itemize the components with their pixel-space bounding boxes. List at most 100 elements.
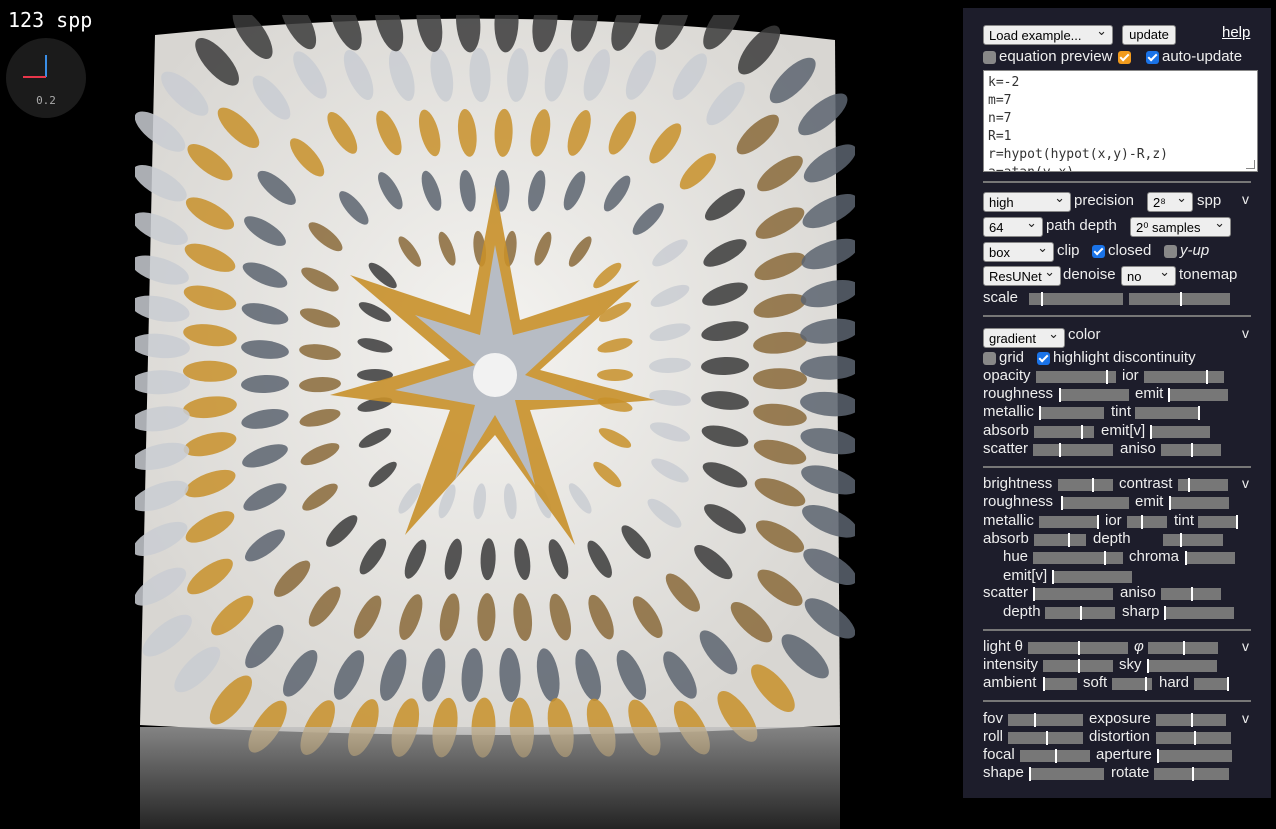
ambient-slider[interactable] <box>1043 677 1077 691</box>
spp-select[interactable]: 2⁸ <box>1147 188 1193 212</box>
surface-collapse-toggle[interactable]: v <box>1242 475 1249 491</box>
denoise-select[interactable]: ResUNet <box>983 262 1061 286</box>
hue-slider[interactable] <box>1033 551 1123 565</box>
slider-thumb[interactable] <box>1078 641 1080 655</box>
surface-roughness-slider[interactable] <box>1061 496 1129 510</box>
tonemap-select[interactable]: no <box>1121 262 1176 286</box>
tint-slider[interactable] <box>1135 406 1200 420</box>
slider-thumb[interactable] <box>1157 749 1159 763</box>
hard-slider[interactable] <box>1194 677 1229 691</box>
resize-handle-icon[interactable] <box>1246 160 1255 169</box>
fov-slider[interactable] <box>1008 713 1083 727</box>
intensity-slider[interactable] <box>1043 659 1113 673</box>
slider-thumb[interactable] <box>1141 515 1143 529</box>
ior-slider[interactable] <box>1144 370 1224 384</box>
focal-slider[interactable] <box>1020 749 1090 763</box>
roughness-slider[interactable] <box>1059 388 1129 402</box>
slider-thumb[interactable] <box>1043 677 1045 691</box>
contrast-slider[interactable] <box>1178 478 1228 492</box>
slider-thumb[interactable] <box>1045 731 1048 745</box>
render-collapse-toggle[interactable]: v <box>1242 191 1249 207</box>
slider-thumb[interactable] <box>1169 496 1171 510</box>
light-theta-slider[interactable] <box>1028 641 1128 655</box>
equation-preview-checkbox[interactable] <box>983 51 996 64</box>
rotate-slider[interactable] <box>1154 767 1229 781</box>
slider-thumb[interactable] <box>1061 496 1063 510</box>
slider-thumb[interactable] <box>1179 292 1182 306</box>
slider-thumb[interactable] <box>1150 425 1152 439</box>
material-collapse-toggle[interactable]: v <box>1242 325 1249 341</box>
chroma-slider[interactable] <box>1185 551 1235 565</box>
emitv-slider[interactable] <box>1150 425 1210 439</box>
distortion-slider[interactable] <box>1156 731 1231 745</box>
slider-thumb[interactable] <box>1059 388 1061 402</box>
light-collapse-toggle[interactable]: v <box>1242 638 1249 654</box>
clip-select[interactable]: box <box>983 238 1054 262</box>
slider-thumb[interactable] <box>1067 533 1070 547</box>
example-select[interactable]: Load example... <box>983 21 1113 45</box>
sky-slider[interactable] <box>1147 659 1217 673</box>
surface-scatter-slider[interactable] <box>1033 587 1113 601</box>
surface-tint-slider[interactable] <box>1198 515 1238 529</box>
roll-slider[interactable] <box>1008 731 1083 745</box>
color-select[interactable]: gradient <box>983 324 1065 348</box>
surface-aniso-slider[interactable] <box>1161 587 1221 601</box>
slider-thumb[interactable] <box>1029 767 1031 781</box>
scale-slider-b[interactable] <box>1129 292 1230 306</box>
samples-select[interactable]: 2⁰ samples <box>1130 213 1231 237</box>
slider-thumb[interactable] <box>1188 478 1190 492</box>
light-phi-slider[interactable] <box>1148 641 1218 655</box>
auto-update-checkbox[interactable] <box>1146 51 1159 64</box>
absorb-slider[interactable] <box>1034 425 1094 439</box>
slider-thumb[interactable] <box>1059 443 1062 457</box>
metallic-slider[interactable] <box>1039 406 1104 420</box>
slider-thumb[interactable] <box>1185 551 1187 565</box>
slider-thumb[interactable] <box>1080 606 1082 620</box>
slider-thumb[interactable] <box>1144 677 1147 691</box>
slider-thumb[interactable] <box>1191 713 1193 727</box>
emit-slider[interactable] <box>1168 388 1228 402</box>
sharp-slider[interactable] <box>1164 606 1234 620</box>
equation-editor[interactable]: k=-2 m=7 n=7 R=1 r=hypot(hypot(x,y)-R,z)… <box>983 70 1258 172</box>
slider-thumb[interactable] <box>1191 443 1193 457</box>
slider-thumb[interactable] <box>1183 641 1185 655</box>
slider-thumb[interactable] <box>1191 767 1194 781</box>
slider-thumb[interactable] <box>1052 570 1054 584</box>
aniso-slider[interactable] <box>1161 443 1221 457</box>
slider-thumb[interactable] <box>1147 659 1149 673</box>
surface-metallic-slider[interactable] <box>1039 515 1099 529</box>
precision-select[interactable]: high <box>983 188 1071 212</box>
slider-thumb[interactable] <box>1055 749 1057 763</box>
equation-preview-toggle[interactable] <box>1118 51 1131 64</box>
path-depth-select[interactable]: 64 <box>983 213 1043 237</box>
scatter-slider[interactable] <box>1033 443 1113 457</box>
slider-thumb[interactable] <box>1104 551 1107 565</box>
slider-thumb[interactable] <box>1097 515 1099 529</box>
slider-thumb[interactable] <box>1206 370 1209 384</box>
slider-thumb[interactable] <box>1106 370 1109 384</box>
slider-thumb[interactable] <box>1168 388 1170 402</box>
slider-thumb[interactable] <box>1033 587 1035 601</box>
shape-slider[interactable] <box>1029 767 1104 781</box>
slider-thumb[interactable] <box>1236 515 1238 529</box>
surface-ior-slider[interactable] <box>1127 515 1167 529</box>
soft-slider[interactable] <box>1112 677 1152 691</box>
update-button[interactable]: update <box>1122 25 1176 45</box>
slider-thumb[interactable] <box>1092 478 1095 492</box>
surface-emit-slider[interactable] <box>1169 496 1229 510</box>
closed-checkbox[interactable] <box>1092 245 1105 258</box>
slider-thumb[interactable] <box>1080 425 1083 439</box>
opacity-slider[interactable] <box>1036 370 1116 384</box>
surface-depth2-slider[interactable] <box>1045 606 1115 620</box>
slider-thumb[interactable] <box>1164 606 1166 620</box>
slider-thumb[interactable] <box>1227 677 1229 691</box>
slider-thumb[interactable] <box>1041 292 1044 306</box>
render-canvas[interactable] <box>135 15 855 829</box>
camera-collapse-toggle[interactable]: v <box>1242 710 1249 726</box>
yup-checkbox[interactable] <box>1164 245 1177 258</box>
slider-thumb[interactable] <box>1179 533 1182 547</box>
brightness-slider[interactable] <box>1058 478 1113 492</box>
slider-thumb[interactable] <box>1039 406 1041 420</box>
grid-checkbox[interactable] <box>983 352 996 365</box>
surface-absorb-slider[interactable] <box>1034 533 1086 547</box>
